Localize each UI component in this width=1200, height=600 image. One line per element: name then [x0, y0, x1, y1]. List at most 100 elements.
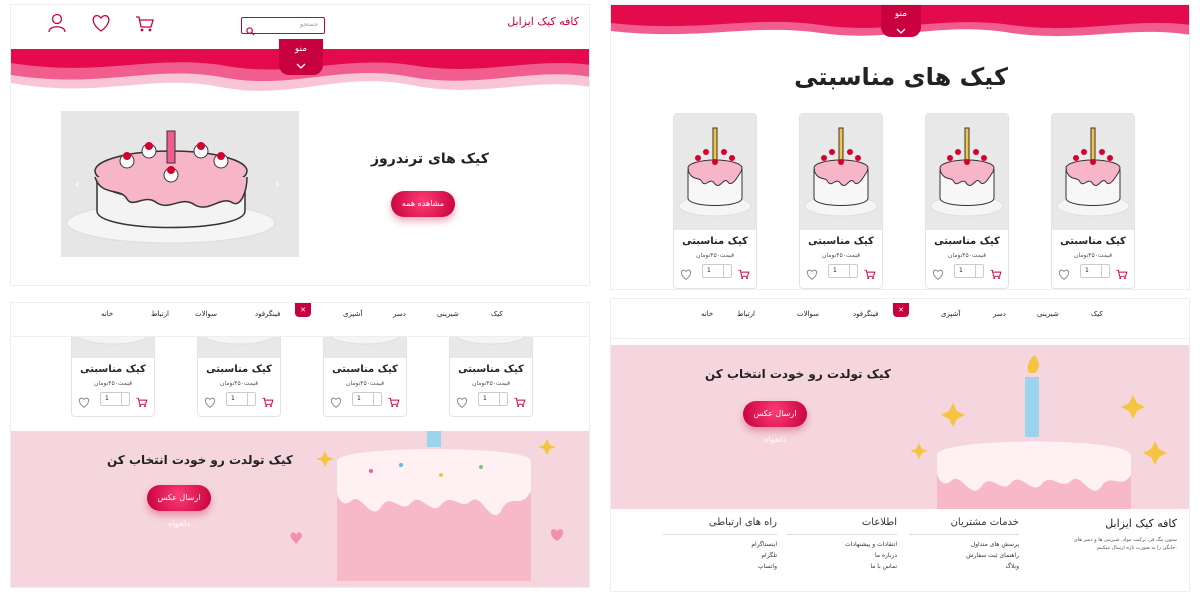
- product-name[interactable]: کیک مناسبتی: [926, 236, 1008, 247]
- chevron-right-icon[interactable]: ›: [275, 177, 280, 191]
- cart-icon[interactable]: [262, 393, 274, 412]
- product-name[interactable]: کیک مناسبتی: [324, 364, 406, 375]
- chevron-down-icon: [296, 54, 306, 73]
- product-name[interactable]: کیک مناسبتی: [1052, 236, 1134, 247]
- menu-tab[interactable]: منو: [881, 5, 921, 37]
- nav-item[interactable]: کیک: [1091, 310, 1103, 318]
- product-image[interactable]: [800, 114, 882, 230]
- product-image[interactable]: [1052, 114, 1134, 230]
- product-price: قیمت۴۵۰تومان: [1074, 252, 1112, 259]
- footer-link[interactable]: تلگرام: [663, 550, 777, 561]
- product-card[interactable]: کیک مناسبتی قیمت۴۵۰تومان 1: [197, 337, 281, 417]
- chevron-down-icon: [896, 19, 906, 38]
- quantity-stepper[interactable]: 1: [1080, 264, 1110, 278]
- quantity-stepper[interactable]: 1: [478, 392, 508, 406]
- nav-item[interactable]: آشپزی: [941, 310, 960, 318]
- heart-icon[interactable]: [91, 14, 111, 36]
- cart-icon[interactable]: [136, 393, 148, 412]
- hero-title: کیک های ترندروز: [371, 151, 489, 167]
- product-price: قیمت۴۵۰تومان: [696, 252, 734, 259]
- logo[interactable]: کافه کیک ایزابل: [507, 15, 579, 28]
- search-box[interactable]: جستجو: [241, 17, 325, 36]
- product-price: قیمت۴۵۰تومان: [948, 252, 986, 259]
- product-image[interactable]: [198, 337, 280, 358]
- footer-link[interactable]: تماس با ما: [787, 561, 897, 572]
- heart-icon[interactable]: [456, 393, 468, 412]
- cart-icon[interactable]: [990, 265, 1002, 284]
- product-card[interactable]: کیک مناسبتی قیمت۴۵۰تومان 1: [71, 337, 155, 417]
- heart-icon[interactable]: [680, 265, 692, 284]
- menu-label: منو: [294, 44, 308, 54]
- birthday-cake-image: [911, 355, 1167, 509]
- footer-link[interactable]: راهنمای ثبت سفارش: [909, 550, 1019, 561]
- footer-info: اطلاعات انتقادات و پیشنهادات درباره ما ت…: [787, 517, 897, 572]
- footer-logo[interactable]: کافه کیک ایزابل: [1067, 517, 1177, 530]
- footer-link[interactable]: واتساپ: [663, 561, 777, 572]
- close-icon[interactable]: ✕: [893, 303, 909, 317]
- product-card[interactable]: کیک مناسبتی قیمت۴۵۰تومان 1: [323, 337, 407, 417]
- heart-icon[interactable]: [806, 265, 818, 284]
- product-card[interactable]: کیک مناسبتی قیمت۴۵۰تومان 1: [449, 337, 533, 417]
- product-price: قیمت۴۵۰تومان: [94, 380, 132, 387]
- nav-item[interactable]: شیرینی: [1037, 310, 1059, 318]
- product-image[interactable]: [450, 337, 532, 358]
- product-image[interactable]: [324, 337, 406, 358]
- menu-tab[interactable]: منو: [279, 39, 323, 75]
- search-icon[interactable]: [246, 21, 255, 40]
- panel-nav-birthday: کیک شیرینی دسر آشپزی فینگرفود سوالات ارتباط خان…: [10, 302, 590, 588]
- product-name[interactable]: کیک مناسبتی: [450, 364, 532, 375]
- nav-item[interactable]: سوالات: [797, 310, 819, 318]
- product-name[interactable]: کیک مناسبتی: [800, 236, 882, 247]
- quantity-stepper[interactable]: 1: [100, 392, 130, 406]
- cart-icon[interactable]: [864, 265, 876, 284]
- product-image[interactable]: [674, 114, 756, 230]
- cart-icon[interactable]: [135, 15, 155, 37]
- product-card[interactable]: کیک مناسبتی قیمت۴۵۰تومان 1: [673, 113, 757, 289]
- nav-item[interactable]: دسر: [993, 310, 1006, 318]
- heart-icon[interactable]: [78, 393, 90, 412]
- heart-icon[interactable]: [1058, 265, 1070, 284]
- chevron-left-icon[interactable]: ‹: [75, 177, 80, 191]
- quantity-stepper[interactable]: 1: [702, 264, 732, 278]
- product-price: قیمت۴۵۰تومان: [472, 380, 510, 387]
- hero-view-all-button[interactable]: مشاهده همه: [391, 191, 455, 217]
- product-name[interactable]: کیک مناسبتی: [198, 364, 280, 375]
- cart-icon[interactable]: [738, 265, 750, 284]
- user-icon[interactable]: [47, 13, 67, 37]
- product-card[interactable]: کیک مناسبتی قیمت۴۵۰تومان 1: [925, 113, 1009, 289]
- product-card[interactable]: کیک مناسبتی قیمت۴۵۰تومان 1: [799, 113, 883, 289]
- heart-icon[interactable]: [330, 393, 342, 412]
- menu-label: منو: [894, 9, 908, 19]
- footer-info-title: اطلاعات: [861, 517, 897, 528]
- cart-icon[interactable]: [388, 393, 400, 412]
- product-name[interactable]: کیک مناسبتی: [674, 236, 756, 247]
- footer-link[interactable]: وبلاگ: [909, 561, 1019, 572]
- nav-item[interactable]: ارتباط: [737, 310, 755, 318]
- footer-link[interactable]: درباره ما: [787, 550, 897, 561]
- product-name[interactable]: کیک مناسبتی: [72, 364, 154, 375]
- footer-link[interactable]: اینستاگرام: [663, 539, 777, 550]
- footer: کافه کیک ایزابل ستون پنگ فر، ترکیب مواد،…: [611, 509, 1189, 591]
- footer-link[interactable]: انتقادات و پیشنهادات: [787, 539, 897, 550]
- product-card[interactable]: کیک مناسبتی قیمت۴۵۰تومان 1: [1051, 113, 1135, 289]
- nav-item[interactable]: خانه: [701, 310, 713, 318]
- panel-products: منو کیک های مناسبتی کیک مناسبتی قیمت۴۵۰تو…: [610, 4, 1190, 290]
- quantity-stepper[interactable]: 1: [828, 264, 858, 278]
- quantity-stepper[interactable]: 1: [352, 392, 382, 406]
- cart-icon[interactable]: [514, 393, 526, 412]
- heart-icon[interactable]: [204, 393, 216, 412]
- footer-brand: کافه کیک ایزابل ستون پنگ فر، ترکیب مواد،…: [1067, 517, 1177, 552]
- footer-contact: راه های ارتباطی اینستاگرام تلگرام واتساپ: [663, 517, 777, 572]
- footer-link[interactable]: پرسش های متداول: [909, 539, 1019, 550]
- birthday-upload-button[interactable]: ارسال عکس دلخواه: [147, 485, 211, 528]
- nav-item[interactable]: فینگرفود: [853, 310, 878, 318]
- product-image[interactable]: [926, 114, 1008, 230]
- heart-icon[interactable]: [932, 265, 944, 284]
- birthday-upload-button[interactable]: ارسال عکس دلخواه: [743, 401, 807, 444]
- birthday-title: کیک تولدت رو خودت انتخاب کن: [705, 367, 891, 381]
- cart-icon[interactable]: [1116, 265, 1128, 284]
- panel-nav-footer: کیک شیرینی دسر آشپزی فینگرفود سوالات ارتباط خان…: [610, 298, 1190, 592]
- product-image[interactable]: [72, 337, 154, 358]
- quantity-stepper[interactable]: 1: [226, 392, 256, 406]
- quantity-stepper[interactable]: 1: [954, 264, 984, 278]
